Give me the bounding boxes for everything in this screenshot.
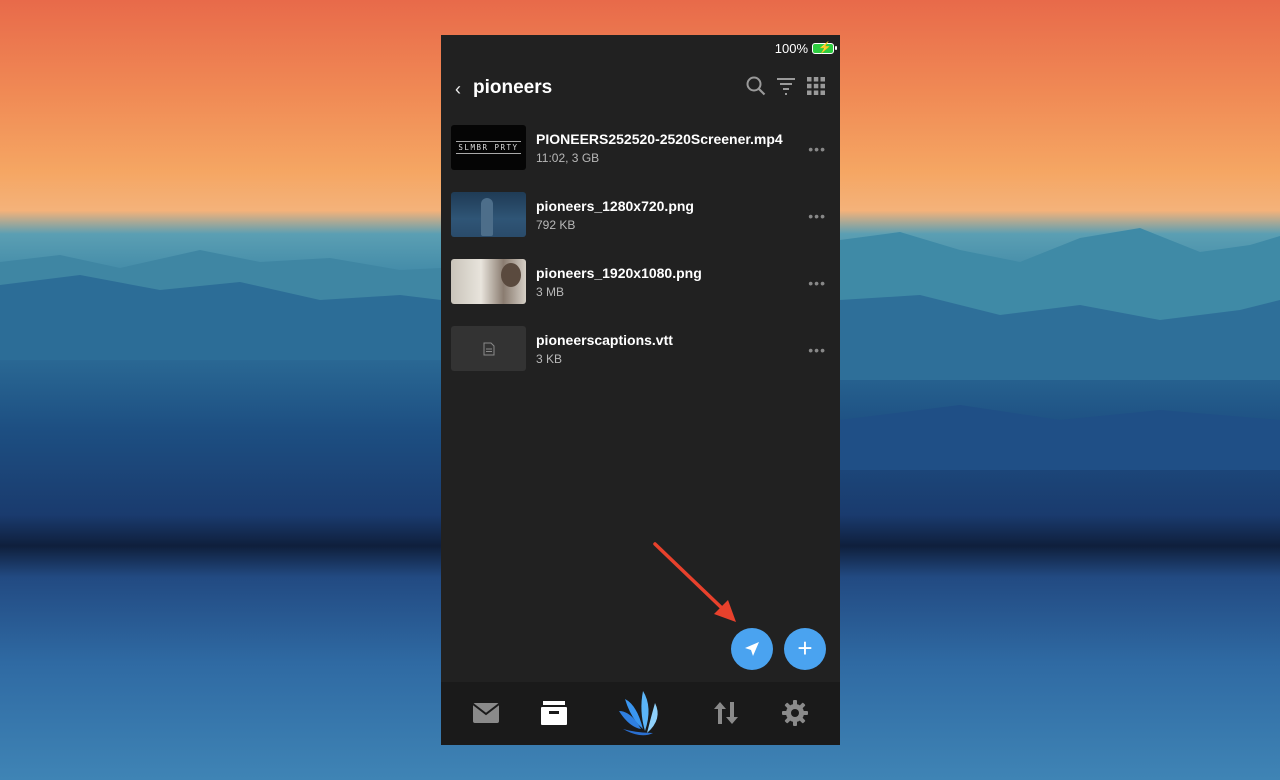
back-icon[interactable]: ‹: [455, 79, 461, 100]
filter-icon[interactable]: [776, 76, 796, 96]
battery-icon: ⚡: [812, 42, 837, 54]
file-meta: 792 KB: [536, 218, 576, 232]
settings-icon: [782, 700, 808, 726]
archive-icon: [541, 701, 567, 725]
search-icon[interactable]: [746, 76, 766, 96]
transfers-icon: [714, 702, 738, 724]
tab-archive[interactable]: [537, 696, 571, 730]
document-thumbnail: [451, 326, 526, 371]
image-thumbnail: [451, 259, 526, 304]
page-title: pioneers: [473, 77, 553, 98]
battery-percent: 100%: [774, 40, 808, 56]
bottom-tab-bar: [441, 682, 840, 745]
grid-view-icon[interactable]: [806, 76, 826, 96]
more-options-icon[interactable]: •••: [808, 141, 826, 157]
status-bar: 100% ⚡: [774, 38, 837, 58]
mail-icon: [473, 703, 499, 723]
header: ‹ pioneers: [441, 73, 840, 103]
image-thumbnail: [451, 192, 526, 237]
file-item[interactable]: pioneerscaptions.vtt 3 KB •••: [441, 325, 840, 392]
file-name: PIONEERS252520-2520Screener.mp4: [536, 131, 783, 147]
file-list: SLMBR PRTY PIONEERS252520-2520Screener.m…: [441, 124, 840, 392]
file-meta: 3 KB: [536, 352, 563, 366]
file-item[interactable]: pioneers_1280x720.png 792 KB •••: [441, 191, 840, 258]
plus-icon: +: [797, 633, 813, 663]
app-logo: [619, 691, 658, 736]
add-button[interactable]: +: [784, 628, 826, 670]
tab-home[interactable]: [613, 688, 669, 740]
thumbnail-caption: SLMBR PRTY: [456, 141, 521, 154]
tab-mail[interactable]: [469, 696, 503, 730]
send-icon: [745, 642, 759, 656]
app-window: 100% ⚡ ‹ pioneers SLMBR PRTY PIONEERS252…: [441, 35, 840, 745]
tab-settings[interactable]: [778, 696, 812, 730]
more-options-icon[interactable]: •••: [808, 208, 826, 224]
video-thumbnail: SLMBR PRTY: [451, 125, 526, 170]
file-meta: 3 MB: [536, 285, 565, 299]
file-item[interactable]: pioneers_1920x1080.png 3 MB •••: [441, 258, 840, 325]
document-icon: [483, 342, 494, 355]
file-meta: 11:02, 3 GB: [536, 151, 600, 165]
tab-transfers[interactable]: [709, 696, 743, 730]
more-options-icon[interactable]: •••: [808, 342, 826, 358]
file-name: pioneerscaptions.vtt: [536, 332, 673, 348]
file-item[interactable]: SLMBR PRTY PIONEERS252520-2520Screener.m…: [441, 124, 840, 191]
file-name: pioneers_1920x1080.png: [536, 265, 702, 281]
file-name: pioneers_1280x720.png: [536, 198, 694, 214]
more-options-icon[interactable]: •••: [808, 275, 826, 291]
send-button[interactable]: [731, 628, 773, 670]
